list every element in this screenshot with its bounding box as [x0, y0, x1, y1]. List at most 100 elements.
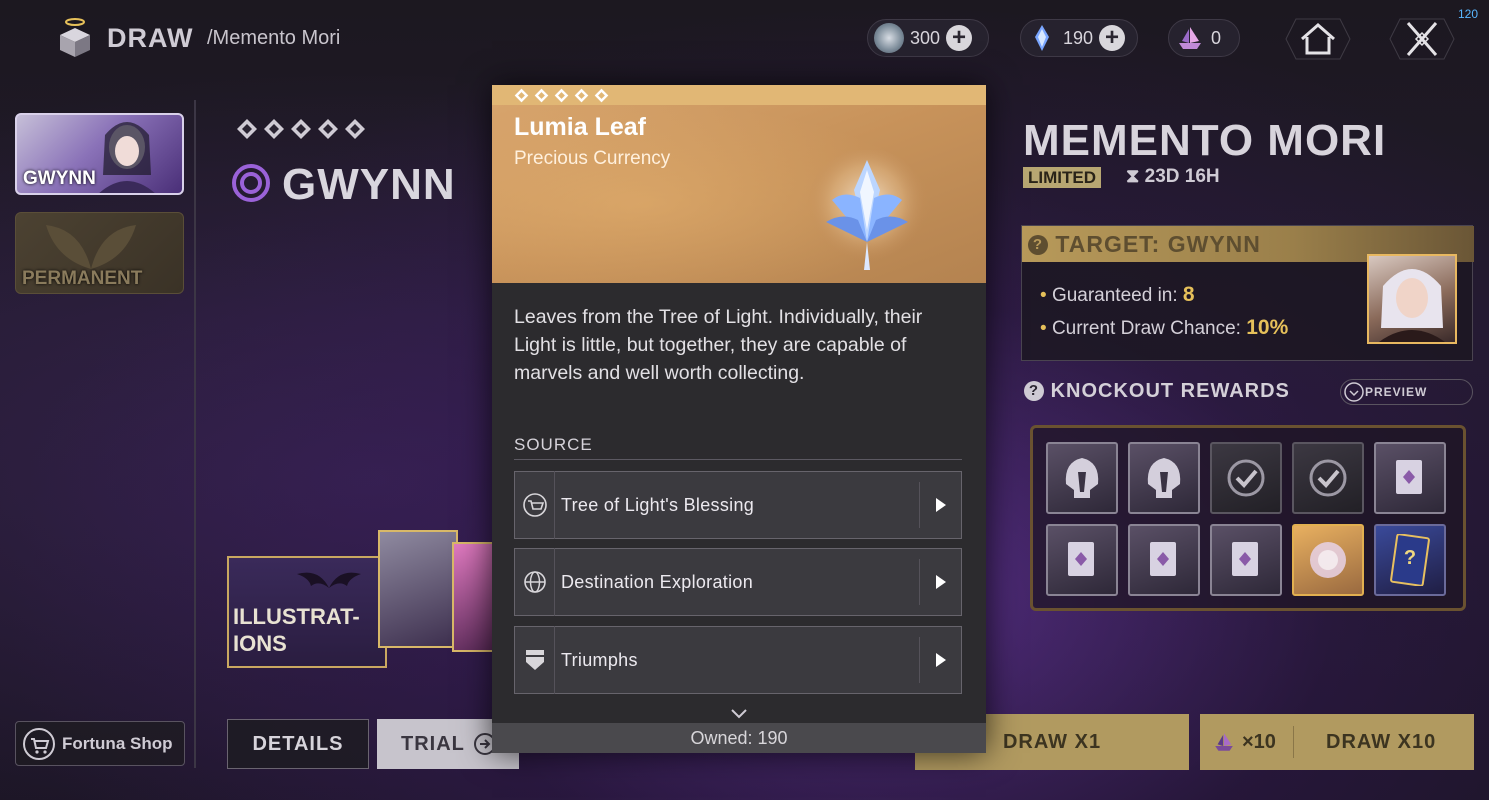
source-row-destination-exploration[interactable]: Destination Exploration: [514, 548, 962, 616]
rarity-star-icon: [514, 88, 529, 103]
limited-badge: LIMITED: [1023, 167, 1101, 188]
page-title: DRAW: [107, 23, 194, 53]
ship-token-icon: [1175, 23, 1205, 53]
knockout-reward[interactable]: [1046, 442, 1118, 514]
source-row-tree-blessing[interactable]: Tree of Light's Blessing: [514, 471, 962, 539]
draw-chance-line: • Current Draw Chance: 10%: [1040, 316, 1289, 339]
leaf-emblem-icon: [46, 225, 136, 269]
svg-text:?: ?: [1404, 547, 1416, 569]
ship-currency: 0: [1168, 19, 1240, 57]
close-button[interactable]: [1386, 17, 1458, 61]
card-icon: [1068, 542, 1094, 576]
knockout-reward-special[interactable]: [1292, 524, 1364, 596]
target-title: ? TARGET: GWYNN: [1028, 231, 1261, 258]
details-button[interactable]: DETAILS: [227, 719, 369, 769]
draw-chance-value: 10%: [1246, 316, 1289, 339]
mystery-pack-icon: ?: [1390, 534, 1430, 586]
card-icon: [1232, 542, 1258, 576]
glimmer-currency: 300 +: [867, 19, 989, 57]
knockout-reward[interactable]: [1128, 442, 1200, 514]
character-name: GWYNN: [282, 160, 456, 209]
fortuna-shop-button[interactable]: Fortuna Shop: [15, 721, 185, 766]
draw-x10-cost: ×10: [1200, 726, 1294, 758]
guaranteed-label: Guaranteed in:: [1051, 285, 1178, 306]
preview-label: PREVIEW: [1365, 385, 1428, 399]
card-icon: [1150, 542, 1176, 576]
item-type: Precious Currency: [514, 148, 671, 169]
fps-counter: 120: [1458, 7, 1479, 21]
helmet-icon: [1147, 458, 1181, 498]
item-name: Lumia Leaf: [514, 113, 646, 141]
hourglass-icon: ⧗: [1126, 166, 1140, 187]
glimmer-coin-icon: [874, 23, 904, 53]
banner-tab-label: GWYNN: [23, 168, 96, 189]
guaranteed-value: 8: [1182, 283, 1195, 306]
draw-x10-label: DRAW X10: [1326, 730, 1437, 753]
knockout-reward-special[interactable]: ?: [1374, 524, 1446, 596]
illustration-thumbnail: [378, 530, 458, 648]
scroll-down-icon: [729, 707, 749, 719]
source-heading: SOURCE: [514, 435, 593, 454]
banner-tab-permanent[interactable]: PERMANENT: [15, 212, 184, 294]
lumia-currency: 190 +: [1020, 19, 1138, 57]
knockout-reward-claimed[interactable]: [1292, 442, 1364, 514]
ship-token-icon: [1215, 733, 1233, 751]
banner-tab-gwynn[interactable]: GWYNN: [15, 113, 184, 195]
draw-x1-label: DRAW X1: [1002, 730, 1102, 753]
target-portrait[interactable]: [1367, 254, 1457, 344]
arrow-right-icon: [919, 482, 961, 528]
banner-tab-label: PERMANENT: [22, 268, 143, 289]
knockout-reward[interactable]: [1374, 442, 1446, 514]
source-row-triumphs[interactable]: Triumphs: [514, 626, 962, 694]
rarity-star-icon: [594, 88, 609, 103]
lumia-leaf-icon: [802, 148, 932, 280]
item-description: Leaves from the Tree of Light. Individua…: [514, 306, 923, 384]
guaranteed-line: • Guaranteed in: 8: [1040, 283, 1195, 306]
knockout-reward[interactable]: [1128, 524, 1200, 596]
details-label: DETAILS: [252, 732, 344, 755]
chevron-down-icon: [1344, 382, 1364, 402]
knockout-reward[interactable]: [1046, 524, 1118, 596]
add-glimmer-button[interactable]: +: [946, 25, 973, 51]
rarity-star-icon: [236, 118, 257, 139]
card-icon: [1396, 460, 1422, 494]
knockout-title: ? KNOCKOUT REWARDS: [1024, 380, 1290, 403]
bat-icon: [297, 572, 361, 588]
knockout-grid: ?: [1030, 425, 1466, 611]
knockout-reward[interactable]: [1210, 524, 1282, 596]
check-icon: [1227, 459, 1265, 497]
illustrations-label: ILLUSTRAT- IONS: [233, 604, 360, 656]
source-label: Tree of Light's Blessing: [561, 494, 755, 515]
preview-button[interactable]: PREVIEW: [1340, 379, 1473, 405]
help-icon[interactable]: ?: [1024, 381, 1044, 401]
globe-icon: [515, 548, 555, 616]
home-button[interactable]: [1282, 17, 1354, 61]
owned-bar: Owned: 190: [492, 723, 986, 753]
illustrations-button[interactable]: ILLUSTRAT- IONS: [227, 556, 387, 668]
banner-timer: ⧗ 23D 16H: [1126, 166, 1220, 188]
shop-cart-icon: [23, 727, 55, 760]
lumia-leaf-icon: [1027, 23, 1057, 53]
source-label: Destination Exploration: [561, 571, 754, 592]
add-lumia-button[interactable]: +: [1099, 25, 1126, 51]
element-spiral-icon: [231, 163, 271, 203]
gwynn-portrait: [1379, 269, 1445, 342]
draw-x10-button[interactable]: ×10 DRAW X10: [1200, 714, 1474, 770]
arrow-right-icon: [919, 637, 961, 683]
ship-amount: 0: [1211, 27, 1222, 48]
home-icon: [1301, 23, 1335, 55]
shield-icon: [515, 626, 555, 694]
knockout-reward-claimed[interactable]: [1210, 442, 1282, 514]
help-icon[interactable]: ?: [1028, 235, 1048, 255]
draw-x10-cost-value: ×10: [1242, 730, 1276, 753]
lumia-amount: 190: [1063, 27, 1094, 48]
fortuna-shop-label: Fortuna Shop: [62, 733, 173, 753]
helmet-icon: [1065, 458, 1099, 498]
arrow-right-icon: [919, 559, 961, 605]
source-label: Triumphs: [561, 649, 638, 670]
glimmer-amount: 300: [910, 27, 941, 48]
blessing-icon: [515, 471, 555, 539]
rarity-star-icon: [574, 88, 589, 103]
draw-chance-label: Current Draw Chance:: [1051, 318, 1241, 339]
rarity-star-icon: [344, 118, 365, 139]
